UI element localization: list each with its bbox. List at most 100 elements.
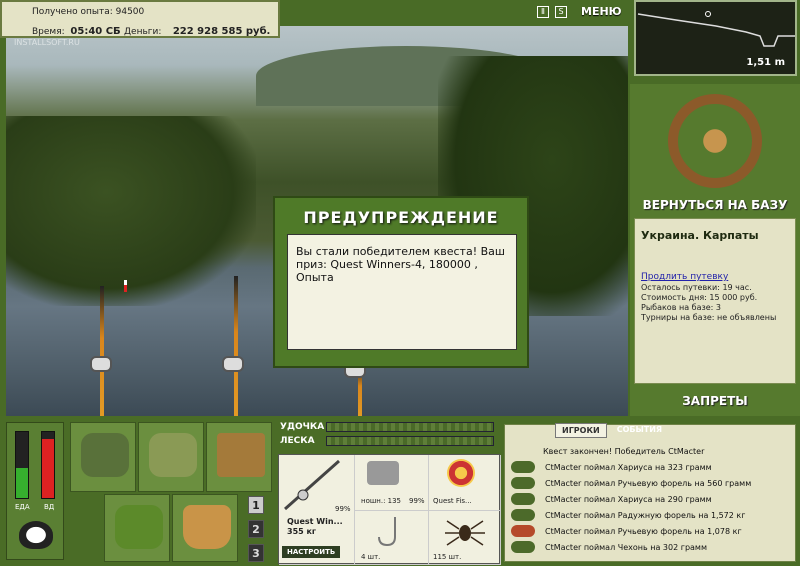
exp-label: Получено опыта: — [32, 7, 113, 17]
menu-button[interactable]: МЕНЮ — [581, 5, 622, 18]
rod-weight: 355 кг — [287, 527, 317, 536]
status-bar: Получено опыта: 94500 Время: 05:40 СБ Де… — [0, 0, 280, 38]
line-tension-bar — [326, 436, 494, 446]
top-controls: Ⅱ S МЕНЮ — [537, 5, 622, 18]
energy-gauge — [15, 431, 29, 499]
log-entry-text: CtMacter поймал Хариуса на 323 грамм — [545, 462, 712, 472]
bag-icon — [81, 433, 129, 477]
log-entry-text: CtMacter поймал Чехонь на 302 грамм — [545, 542, 707, 552]
sound-icon[interactable]: S — [555, 5, 567, 18]
fish-icon — [511, 525, 535, 537]
trees-left — [6, 116, 256, 306]
reel-2[interactable] — [222, 356, 244, 372]
tools-icon — [217, 433, 265, 477]
exp-row: Получено опыта: 94500 — [32, 7, 144, 17]
fish-icon — [511, 477, 535, 489]
inventory-tab-2[interactable]: 2 — [248, 520, 264, 538]
rod-percent: 99% — [335, 505, 351, 513]
basket-icon — [115, 505, 163, 549]
inventory-sack[interactable] — [138, 422, 204, 492]
base-info: Украина. Карпаты Продлить путевку Остало… — [634, 218, 796, 384]
inventory-tab-3[interactable]: 3 — [248, 544, 264, 562]
log-entry: CtMacter поймал Радужную форель на 1,572… — [511, 507, 791, 523]
log-entry: CtMacter поймал Хариуса на 290 грамм — [511, 491, 791, 507]
float-1 — [124, 280, 127, 292]
bottom-panel: ЕДА ВД 1 2 3 УДОЧКА ЛЕСКА 99% Quest Win.… — [0, 416, 800, 566]
dialog-title: ПРЕДУПРЕЖДЕНИЕ — [303, 208, 499, 227]
status-gauges: ЕДА ВД — [6, 422, 64, 560]
inventory-tools[interactable] — [206, 422, 272, 492]
permit-remaining: Осталось путевки: 19 час. — [641, 283, 752, 292]
dialog-message: Вы стали победителем квеста! Ваш приз: Q… — [287, 234, 517, 350]
event-log: ИГРОКИ СОБЫТИЯ Квест закончен! Победител… — [504, 423, 796, 562]
depth-value: 1,51 m — [746, 57, 785, 68]
thirst-fill — [42, 438, 54, 498]
money-value: 222 928 585 руб. — [172, 26, 271, 37]
hook-slot[interactable]: 4 шт. — [355, 511, 429, 565]
ship-wheel-icon[interactable] — [668, 94, 762, 188]
inventory-tab-1[interactable]: 1 — [248, 496, 264, 514]
exp-value: 94500 — [115, 7, 145, 17]
log-lines: Квест закончен! Победитель CtMacter CtMa… — [511, 443, 791, 555]
fish-icon — [511, 493, 535, 505]
depth-meter: 1,51 m — [634, 0, 797, 76]
reel-icon — [367, 461, 399, 485]
hook-count: 4 шт. — [361, 553, 381, 561]
food-pot-icon[interactable] — [19, 521, 53, 549]
inventory-bag[interactable] — [70, 422, 136, 492]
right-panel: ВЕРНУТЬСЯ НА БАЗУ Украина. Карпаты Продл… — [630, 84, 800, 416]
money-label: Деньги: — [124, 27, 162, 37]
reel-slot[interactable]: ношн.: 135 99% — [355, 455, 429, 511]
energy-fill — [16, 468, 28, 498]
tournaments: Турниры на базе: не объявлены — [641, 313, 777, 322]
inventory-bucket[interactable] — [172, 494, 238, 562]
reel-percent: 99% — [409, 497, 425, 505]
time-label: Время: — [32, 27, 65, 37]
line-name: Quest Fis... — [433, 497, 472, 505]
log-tabs: ИГРОКИ СОБЫТИЯ — [555, 423, 668, 438]
tackle-panel: 99% Quest Win... 355 кг НАСТРОИТЬ ношн.:… — [278, 454, 501, 565]
configure-button[interactable]: НАСТРОИТЬ — [282, 546, 341, 558]
extend-permit-link[interactable]: Продлить путевку — [641, 272, 789, 282]
time-row: Время: 05:40 СБ — [32, 26, 121, 37]
rod-2[interactable] — [234, 276, 238, 416]
log-entry: CtMacter поймал Ручьевую форель на 1,078… — [511, 523, 791, 539]
bait-slot[interactable]: 115 шт. — [429, 511, 501, 565]
log-entry: CtMacter поймал Чехонь на 302 грамм — [511, 539, 791, 555]
tab-events[interactable]: СОБЫТИЯ — [611, 423, 668, 438]
rod-slot[interactable]: 99% Quest Win... 355 кг НАСТРОИТЬ — [279, 455, 355, 565]
log-entry: CtMacter поймал Ручьевую форель на 560 г… — [511, 475, 791, 491]
bans-button[interactable]: ЗАПРЕТЫ — [630, 394, 800, 408]
spider-bait-icon — [445, 520, 485, 546]
return-to-base-button[interactable]: ВЕРНУТЬСЯ НА БАЗУ — [630, 198, 800, 212]
tab-players[interactable]: ИГРОКИ — [555, 423, 607, 438]
line-slot[interactable]: Quest Fis... — [429, 455, 501, 511]
pause-icon[interactable]: Ⅱ — [537, 5, 549, 18]
thirst-label: ВД — [44, 503, 55, 511]
day-cost: Стоимость дня: 15 000 руб. — [641, 293, 758, 302]
line-spool-icon — [447, 459, 475, 487]
time-value: 05:40 СБ — [70, 26, 121, 37]
game-screen: INSTALLSOFT.RU Получено опыта: 94500 Вре… — [0, 0, 800, 566]
rod-1[interactable] — [100, 286, 104, 416]
energy-label: ЕДА — [15, 503, 30, 511]
fish-icon — [511, 509, 535, 521]
watermark: INSTALLSOFT.RU — [14, 38, 80, 47]
log-entry-text: CtMacter поймал Радужную форель на 1,572… — [545, 510, 746, 520]
log-entry-text: CtMacter поймал Ручьевую форель на 1,078… — [545, 526, 742, 536]
quest-finished-line: Квест закончен! Победитель CtMacter — [543, 446, 705, 456]
rod-label: УДОЧКА — [280, 422, 325, 432]
log-entry: CtMacter поймал Хариуса на 323 грамм — [511, 459, 791, 475]
bucket-icon — [183, 505, 231, 549]
reel-label: ношн.: 135 — [361, 497, 402, 505]
rod-name: Quest Win... — [287, 517, 343, 526]
base-title: Украина. Карпаты — [641, 229, 759, 242]
inventory-basket[interactable] — [104, 494, 170, 562]
thirst-gauge — [41, 431, 55, 499]
log-entry-text: CtMacter поймал Ручьевую форель на 560 г… — [545, 478, 752, 488]
log-entry-text: CtMacter поймал Хариуса на 290 грамм — [545, 494, 712, 504]
line-label: ЛЕСКА — [280, 436, 315, 446]
hook-icon — [378, 517, 396, 547]
reel-1[interactable] — [90, 356, 112, 372]
warning-dialog[interactable]: ПРЕДУПРЕЖДЕНИЕ Вы стали победителем квес… — [273, 196, 529, 368]
